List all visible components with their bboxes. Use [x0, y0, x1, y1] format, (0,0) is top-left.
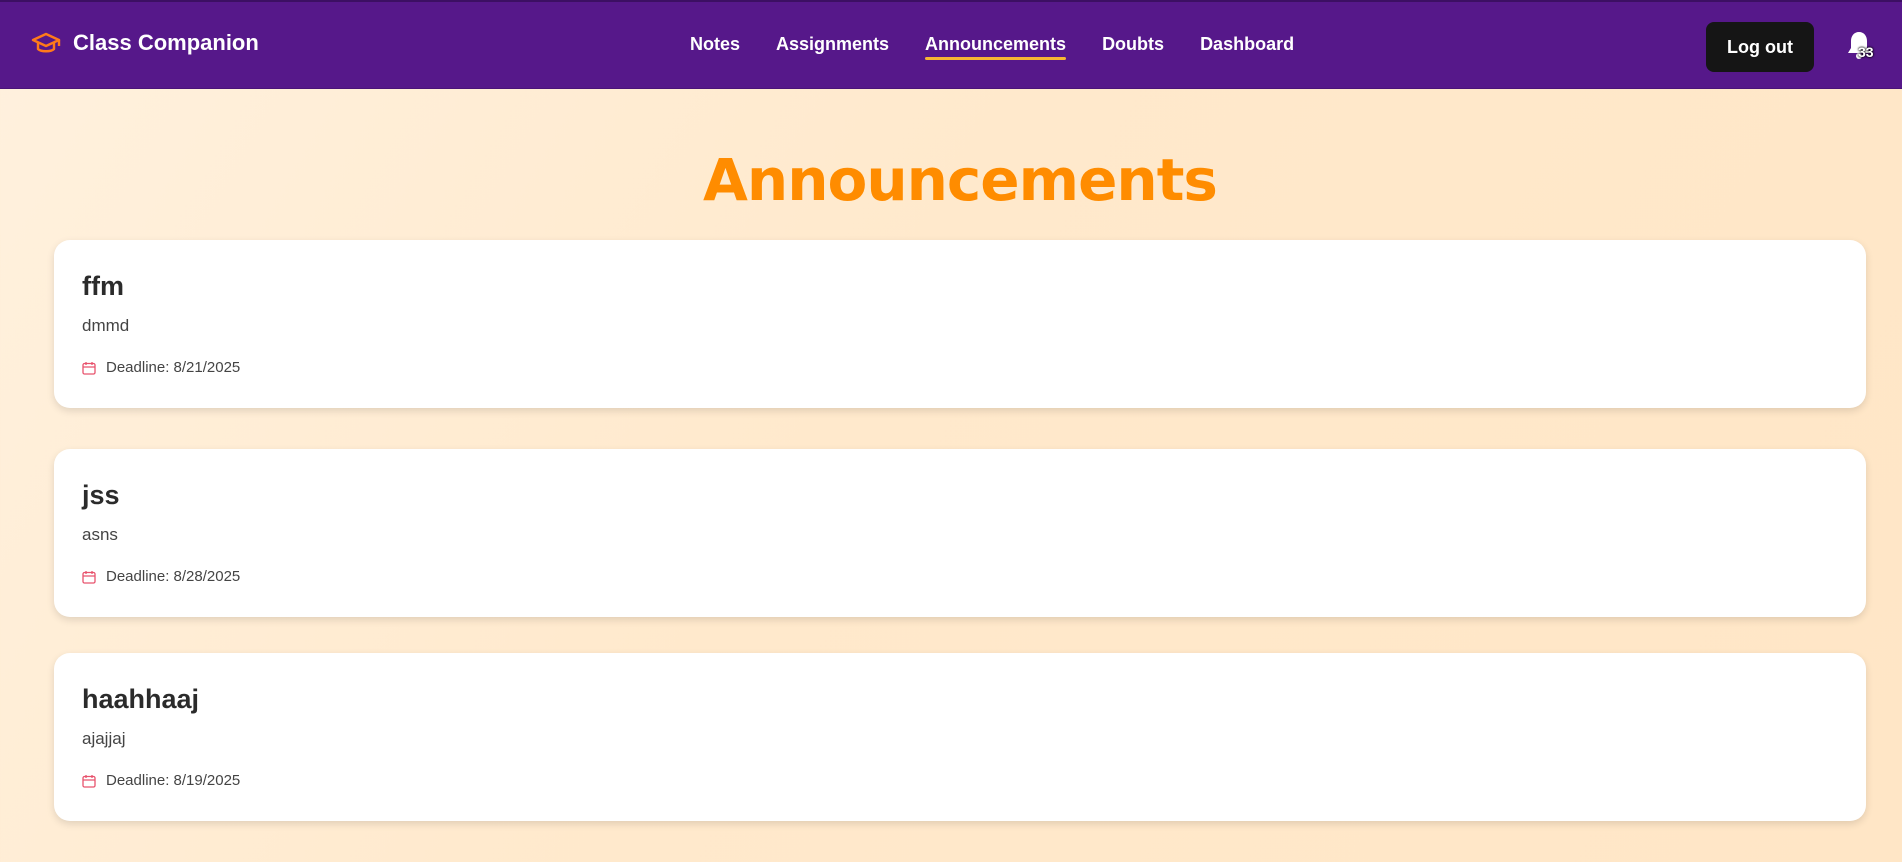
- logout-button[interactable]: Log out: [1706, 22, 1814, 72]
- announcement-body: asns: [82, 525, 118, 544]
- calendar-icon: [82, 570, 96, 584]
- announcement-card: haahhaaj ajajjaj Deadline: 8/19/2025: [54, 653, 1866, 821]
- deadline-text: Deadline: 8/28/2025: [106, 568, 241, 585]
- calendar-icon: [82, 361, 96, 375]
- nav-link-announcements[interactable]: Announcements: [925, 34, 1067, 60]
- page-title: Announcements: [703, 146, 1218, 214]
- nav-link-dashboard[interactable]: Dashboard: [1200, 34, 1294, 55]
- notifications-button[interactable]: 33: [1846, 30, 1876, 64]
- announcement-title: jss: [82, 480, 120, 510]
- nav-link-notes[interactable]: Notes: [690, 34, 740, 55]
- calendar-icon: [82, 774, 96, 788]
- announcement-deadline: Deadline: 8/19/2025: [82, 772, 240, 789]
- top-navbar: Class Companion Notes Assignments Announ…: [0, 0, 1902, 89]
- notification-count-badge: 33: [1858, 44, 1874, 60]
- announcement-deadline: Deadline: 8/28/2025: [82, 568, 240, 585]
- announcement-body: ajajjaj: [82, 729, 126, 748]
- nav-link-doubts[interactable]: Doubts: [1102, 34, 1164, 55]
- deadline-text: Deadline: 8/19/2025: [106, 772, 241, 789]
- graduation-cap-icon: [31, 31, 61, 55]
- announcement-deadline: Deadline: 8/21/2025: [82, 359, 240, 376]
- deadline-text: Deadline: 8/21/2025: [106, 359, 241, 376]
- brand-name: Class Companion: [73, 30, 259, 55]
- main-nav: Notes Assignments Announcements Doubts D…: [690, 34, 1294, 60]
- announcement-title: haahhaaj: [82, 684, 200, 714]
- announcement-card: ffm dmmd Deadline: 8/21/2025: [54, 240, 1866, 408]
- brand[interactable]: Class Companion: [31, 30, 259, 56]
- announcement-title: ffm: [82, 271, 124, 301]
- announcement-body: dmmd: [82, 316, 130, 335]
- nav-link-assignments[interactable]: Assignments: [776, 34, 889, 55]
- announcement-card: jss asns Deadline: 8/28/2025: [54, 449, 1866, 617]
